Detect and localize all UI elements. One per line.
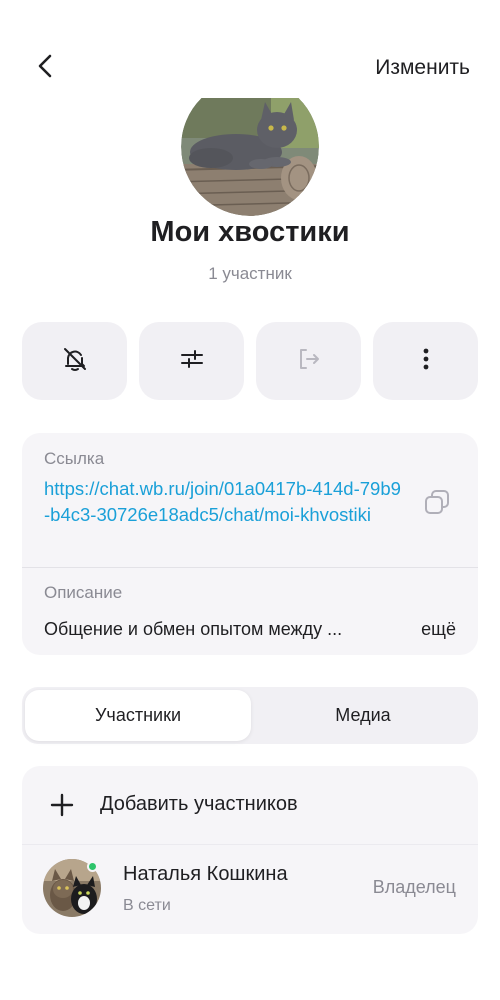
online-indicator xyxy=(87,861,98,872)
link-label: Ссылка xyxy=(44,449,105,468)
invite-link[interactable]: https://chat.wb.ru/join/01a0417b-414d-79… xyxy=(44,476,404,528)
cat-photo xyxy=(181,98,319,216)
group-avatar[interactable] xyxy=(181,98,319,216)
more-vertical-icon xyxy=(412,345,440,378)
add-members-button[interactable]: Добавить участников xyxy=(22,766,478,844)
info-card: Ссылка https://chat.wb.ru/join/01a0417b-… xyxy=(22,433,478,655)
edit-button[interactable]: Изменить xyxy=(375,56,470,80)
copy-icon xyxy=(422,490,452,521)
chevron-left-icon xyxy=(35,53,57,84)
tab-members[interactable]: Участники xyxy=(25,690,251,741)
group-title: Мои хвостики xyxy=(150,216,350,248)
copy-link-button[interactable] xyxy=(422,487,452,517)
tab-switcher: Участники Медиа xyxy=(22,687,478,744)
description-label: Описание xyxy=(44,583,123,602)
add-members-label: Добавить участников xyxy=(100,793,298,815)
members-count: 1 участник xyxy=(208,264,292,283)
settings-button[interactable] xyxy=(139,322,244,400)
more-button[interactable] xyxy=(373,322,478,400)
plus-icon xyxy=(50,793,74,817)
description-text: Общение и обмен опытом между ... xyxy=(44,619,343,639)
description-more-link[interactable]: ещё xyxy=(421,619,456,640)
divider xyxy=(22,567,478,568)
leave-button[interactable] xyxy=(256,322,361,400)
exit-icon xyxy=(295,345,323,378)
members-card: Добавить участников Наталья Кошкина В се… xyxy=(22,766,478,934)
back-button[interactable] xyxy=(26,48,66,88)
member-name: Наталья Кошкина xyxy=(123,863,288,885)
top-bar: Изменить xyxy=(0,0,500,100)
member-role-badge: Владелец xyxy=(372,877,456,897)
member-row[interactable]: Наталья Кошкина В сети Владелец xyxy=(22,845,478,934)
action-bar xyxy=(22,322,478,400)
tab-media[interactable]: Медиа xyxy=(251,690,475,741)
sliders-icon xyxy=(178,345,206,378)
member-status: В сети xyxy=(123,897,171,914)
mute-button[interactable] xyxy=(22,322,127,400)
bell-off-icon xyxy=(61,345,89,378)
